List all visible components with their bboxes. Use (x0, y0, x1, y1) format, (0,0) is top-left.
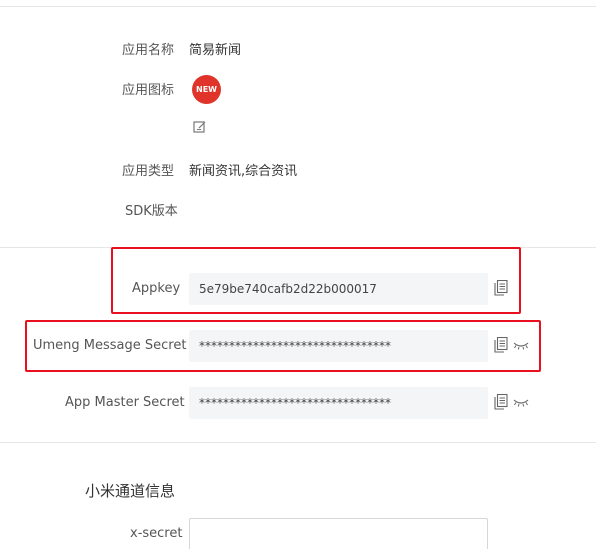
xiaomi-section-title: 小米通道信息 (85, 482, 176, 500)
x-secret-label: x-secret (130, 526, 183, 541)
top-divider (0, 0, 596, 7)
sdk-version-label: SDK版本 (125, 204, 178, 219)
copy-icon[interactable] (494, 394, 508, 410)
eye-closed-icon[interactable] (513, 397, 529, 407)
app-settings-page: 应用名称 简易新闻 应用图标 NEW 应用类型 新闻资讯,综合资讯 SDK版本 … (0, 0, 596, 549)
app-icon-text: NEW (196, 85, 217, 94)
app-type-label: 应用类型 (122, 164, 175, 179)
appkey-highlight-box (111, 247, 521, 314)
master-secret-label: App Master Secret (65, 395, 185, 410)
app-name-label: 应用名称 (122, 43, 175, 58)
app-icon: NEW (192, 75, 221, 104)
app-icon-label: 应用图标 (122, 83, 175, 98)
section-divider-2 (0, 442, 596, 443)
edit-icon[interactable] (193, 120, 207, 134)
master-secret-field: ******************************** (189, 387, 488, 419)
app-type-value: 新闻资讯,综合资讯 (189, 164, 298, 179)
umeng-secret-highlight-box (25, 320, 541, 372)
x-secret-input[interactable] (189, 518, 488, 549)
app-name-value: 简易新闻 (189, 43, 242, 58)
